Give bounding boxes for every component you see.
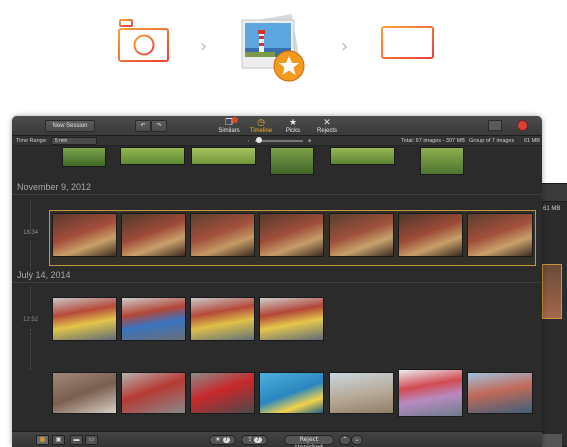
single-view-button[interactable]: ▬ — [70, 435, 83, 445]
zoom-max-icon: ■ — [308, 138, 312, 144]
tab-rejects[interactable]: ✕ Rejects — [312, 118, 342, 136]
photo-thumbnail[interactable] — [190, 297, 255, 341]
reject-unpicked-button[interactable]: Reject Unpicked — [284, 435, 334, 447]
slider-knob[interactable] — [256, 137, 262, 143]
timeline-content: November 9, 2012 18:34 July 14, 2014 12:… — [12, 147, 542, 431]
reject-unpicked-label: Reject Unpicked — [295, 436, 323, 447]
photo-thumbnail[interactable] — [259, 372, 324, 414]
photo-thumbnail[interactable] — [190, 213, 255, 257]
new-session-label: New Session — [52, 123, 88, 129]
tab-picks-label: Picks — [285, 128, 301, 134]
divider — [12, 282, 542, 283]
total-images: Total: 67 images - 307 MB — [401, 138, 465, 144]
bottom-toolbar: ▦ ▣ ▬ ▭ ★7 ⇪7 Reject Unpicked ⌃ ⌄ — [12, 431, 542, 447]
camera-icon — [118, 19, 169, 62]
x-icon: ✕ — [323, 118, 331, 128]
group-info: Group of 7 images — [469, 138, 515, 144]
grid-small-icon: ▦ — [39, 437, 46, 443]
photo-thumbnail[interactable] — [52, 372, 117, 414]
group-size: 61 MB — [524, 138, 540, 144]
app-window: New Session ↶ ↷ ❐ Similars ◷ Timeline ★ … — [12, 116, 542, 447]
photo-thumbnail[interactable] — [270, 147, 314, 175]
timeline-connector — [30, 200, 31, 233]
photo-thumbnail[interactable] — [121, 297, 186, 341]
tab-timeline-label: Timeline — [249, 128, 273, 134]
time-range-label: Time Range: — [16, 138, 48, 144]
grid-small-view-button[interactable]: ▦ — [36, 435, 49, 445]
photo-thumbnail[interactable] — [330, 147, 395, 165]
picks-count-button[interactable]: ★ 7 — [209, 435, 236, 445]
star-icon: ★ — [288, 118, 298, 128]
share-icon: ⇪ — [247, 436, 253, 443]
image-view-button[interactable] — [488, 120, 502, 131]
single-view-icon: ▬ — [73, 437, 80, 443]
chevron-right-icon: › — [341, 36, 349, 57]
tab-similars[interactable]: ❐ Similars — [214, 117, 244, 136]
photo-thumbnail[interactable] — [420, 147, 464, 175]
redo-button[interactable]: ↷ — [151, 120, 167, 132]
zoom-min-icon: ▪ — [248, 138, 250, 143]
photo-thumbnail[interactable] — [259, 213, 324, 257]
photo-thumbnail[interactable] — [121, 213, 186, 257]
marketing-stage: { "toolbar": { "new_session": "New Sessi… — [0, 0, 567, 447]
date-header: November 9, 2012 — [17, 182, 92, 192]
photo-thumbnail[interactable] — [329, 213, 394, 257]
new-session-button[interactable]: New Session — [45, 120, 95, 132]
photo-thumbnail[interactable] — [190, 372, 255, 414]
record-button[interactable] — [517, 120, 528, 131]
chevron-down-icon: ⌄ — [354, 436, 360, 443]
redo-icon: ↷ — [156, 123, 162, 129]
photo-thumbnail[interactable] — [329, 372, 394, 414]
chevron-up-icon: ⌃ — [342, 436, 348, 443]
picks-count: 7 — [222, 437, 230, 443]
star-icon: ★ — [215, 436, 221, 443]
photo-thumbnail[interactable] — [120, 147, 185, 165]
timeline-connector — [30, 329, 31, 369]
similars-icon: ❐ — [224, 118, 234, 128]
time-range-select[interactable]: 5 min — [51, 137, 97, 145]
tab-timeline[interactable]: ◷ Timeline — [246, 118, 276, 136]
session-info-bar: Time Range: 5 min ▪ ■ Total: 67 images -… — [12, 136, 542, 146]
tab-picks[interactable]: ★ Picks — [278, 118, 308, 136]
photo-thumbnail[interactable] — [191, 147, 256, 165]
photo-thumbnail[interactable] — [62, 147, 106, 167]
undo-icon: ↶ — [140, 123, 146, 129]
photo-thumbnail[interactable] — [398, 213, 463, 257]
notification-badge — [232, 117, 238, 123]
clock-icon: ◷ — [257, 118, 265, 128]
toolbar: New Session ↶ ↷ ❐ Similars ◷ Timeline ★ … — [12, 116, 542, 136]
photo-thumbnail[interactable] — [467, 213, 533, 257]
tab-similars-label: Similars — [218, 128, 240, 134]
photo-thumbnail[interactable] — [259, 297, 324, 341]
next-group-button[interactable]: ⌄ — [351, 435, 363, 445]
photo-thumbnail[interactable] — [52, 297, 117, 341]
previous-group-button[interactable]: ⌃ — [339, 435, 351, 445]
photo-thumbnail — [542, 434, 562, 447]
grid-large-icon: ▣ — [55, 437, 62, 443]
photo-thumbnail[interactable] — [398, 369, 463, 417]
timeline-connector — [30, 287, 31, 312]
compare-view-button[interactable]: ▭ — [85, 435, 98, 445]
photo-thumbnail[interactable] — [121, 372, 186, 414]
date-header: July 14, 2014 — [17, 270, 71, 280]
monitor-icon — [381, 26, 434, 67]
time-label: 18:34 — [23, 230, 39, 236]
tab-rejects-label: Rejects — [316, 128, 337, 134]
share-button[interactable]: ⇪ 7 — [241, 435, 268, 445]
grid-large-view-button[interactable]: ▣ — [52, 435, 65, 445]
share-count: 7 — [254, 437, 262, 443]
undo-button[interactable]: ↶ — [135, 120, 151, 132]
photo-thumbnail — [542, 264, 562, 319]
photo-thumbnail[interactable] — [467, 372, 533, 414]
time-label: 12:52 — [23, 317, 39, 323]
app-photos-star-icon — [241, 14, 305, 82]
back-window-size: 61 MB — [543, 206, 561, 212]
compare-view-icon: ▭ — [88, 437, 95, 443]
background-window: 61 MB — [538, 183, 567, 447]
thumbnail-size-slider[interactable] — [255, 140, 303, 142]
photo-thumbnail[interactable] — [52, 213, 117, 257]
divider — [12, 194, 542, 195]
chevron-right-icon: › — [200, 36, 208, 57]
time-range-value: 5 min — [55, 138, 68, 144]
